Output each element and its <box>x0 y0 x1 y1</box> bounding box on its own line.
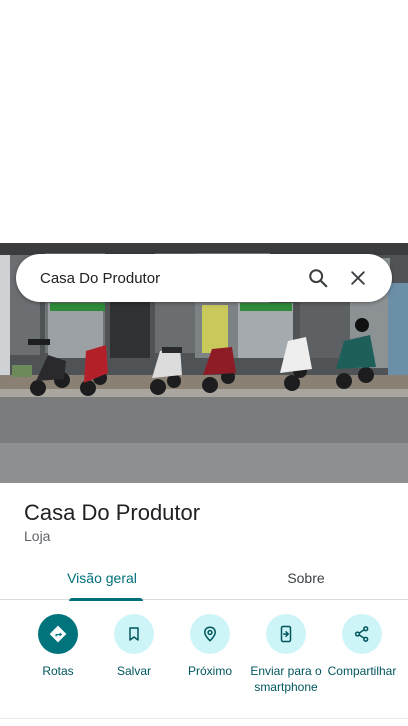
search-icon[interactable] <box>298 258 338 298</box>
tab-about[interactable]: Sobre <box>204 556 408 600</box>
place-title: Casa Do Produtor <box>24 500 201 525</box>
search-input[interactable]: Casa Do Produtor <box>40 270 298 287</box>
place-category: Loja <box>24 528 51 544</box>
save-button[interactable]: Salvar <box>96 614 172 695</box>
close-icon[interactable] <box>338 258 378 298</box>
tab-about-label: Sobre <box>287 570 325 586</box>
send-to-phone-button[interactable]: Enviar para o smartphone <box>248 614 324 695</box>
search-bar[interactable]: Casa Do Produtor <box>16 254 392 302</box>
directions-button[interactable]: Rotas <box>20 614 96 695</box>
directions-label: Rotas <box>42 664 74 678</box>
nearby-button[interactable]: Próximo <box>172 614 248 695</box>
action-row: Rotas Salvar Próximo Enviar para o smart… <box>20 614 396 695</box>
send-to-phone-icon <box>266 614 306 654</box>
map-blank-area <box>0 0 408 243</box>
share-icon <box>342 614 382 654</box>
nearby-label: Próximo <box>187 664 232 678</box>
divider <box>0 718 408 719</box>
share-label: Compartilhar <box>327 664 397 678</box>
bookmark-icon <box>114 614 154 654</box>
save-label: Salvar <box>116 664 151 678</box>
tab-overview[interactable]: Visão geral <box>0 556 204 601</box>
share-button[interactable]: Compartilhar <box>324 614 400 695</box>
nearby-icon <box>190 614 230 654</box>
active-tab-indicator <box>69 598 143 601</box>
tab-overview-label: Visão geral <box>67 570 137 586</box>
send-to-phone-label: Enviar para o smartphone <box>250 664 322 694</box>
tab-bar: Visão geral Sobre <box>0 556 408 601</box>
directions-icon <box>38 614 78 654</box>
